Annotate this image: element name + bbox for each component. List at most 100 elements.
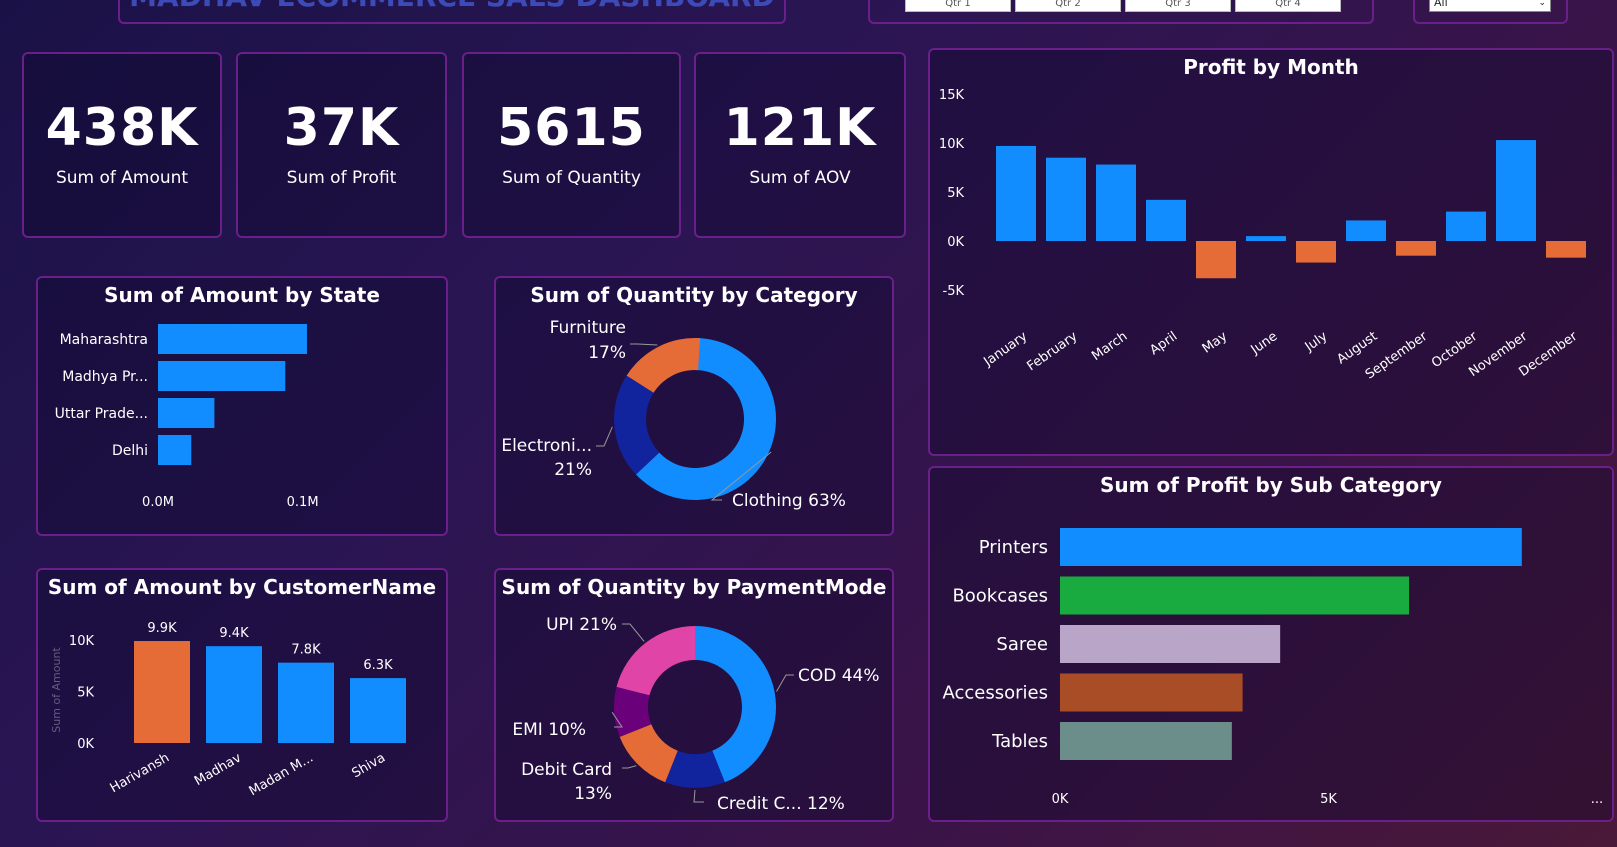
slice-label: COD 44% [798, 666, 880, 686]
chevron-down-icon: ⌄ [1538, 0, 1546, 8]
bar [1146, 199, 1186, 241]
kpi-card-amount: 438K Sum of Amount [22, 52, 222, 238]
chart-quantity-by-category: Clothing 63% Electroni... 21% Furniture 17% [501, 318, 846, 511]
slicer-qtr-1[interactable]: Qtr 1 [905, 0, 1011, 12]
tick-label: 5K [77, 686, 94, 701]
panel-quantity-by-category: Sum of Quantity by Category Clothing 63%… [494, 276, 894, 536]
category-label: Accessories [943, 683, 1049, 704]
slice-label: Electroni... [501, 436, 592, 456]
category-label: Printers [979, 537, 1048, 558]
data-label: 9.4K [219, 626, 249, 641]
slicer-qtr-1-label: Qtr 1 [945, 0, 971, 9]
tick-label: 0K [77, 737, 94, 752]
bar [1396, 241, 1436, 256]
bar [206, 646, 262, 743]
dashboard-title: MADHAV ECOMMERCE SALS DASHBOARD [120, 0, 784, 13]
bar [350, 678, 406, 743]
panel-profit-by-subcategory: Sum of Profit by Sub Category Printers Bo… [928, 466, 1614, 822]
slice-label-pct: 21% [554, 460, 592, 480]
chart-profit-by-month: -5K 0K 5K 10K 15K JanuaryFebruary March April Ma… [939, 88, 1586, 382]
category-label: Shiva [350, 750, 388, 781]
bar [158, 324, 307, 354]
bar [1060, 625, 1281, 663]
tick-label: 0K [1052, 792, 1069, 807]
bar [1060, 722, 1232, 760]
slice-label: Furniture [550, 318, 626, 338]
tick-label: ... [1591, 792, 1603, 807]
chart-profit-by-subcategory: Printers Bookcases Saree Accessories Tables 0… [943, 528, 1603, 807]
bar [1060, 673, 1243, 712]
kpi-card-aov: 121K Sum of AOV [694, 52, 906, 238]
filter-slicer: All ⌄ [1413, 0, 1568, 24]
quarter-slicer: Qtr 1 Qtr 2 Qtr 3 Qtr 4 [868, 0, 1374, 24]
leader-line [622, 765, 637, 769]
bar [1196, 241, 1236, 279]
bar [1446, 211, 1486, 241]
data-label: 7.8K [291, 643, 321, 658]
kpi-label: Sum of Amount [55, 168, 189, 188]
category-label: Saree [996, 634, 1048, 655]
tick-label: 0K [947, 235, 964, 250]
category-label: Delhi [112, 443, 148, 459]
kpi-card-quantity: 5615 Sum of Quantity [462, 52, 681, 238]
bar [1546, 241, 1586, 258]
data-label: 6.3K [363, 658, 393, 673]
kpi-label: Sum of AOV [749, 168, 851, 188]
category-label: Madan M... [247, 750, 316, 799]
bar [996, 145, 1036, 241]
bar [1046, 157, 1086, 241]
slicer-qtr-3[interactable]: Qtr 3 [1125, 0, 1231, 12]
leader-line [630, 343, 658, 346]
tick-label: 10K [939, 137, 965, 152]
category-label: June [1248, 329, 1281, 358]
chart-amount-by-customer: 0K 5K 10K Sum of Amount 9.9K Harivansh 9.4K Mad… [50, 621, 406, 799]
category-label: Maharashtra [60, 332, 148, 348]
kpi-card-profit: 37K Sum of Profit [236, 52, 447, 238]
kpi-label: Sum of Profit [286, 168, 397, 188]
slice-label-pct: 13% [574, 784, 612, 804]
slice-label-pct: 17% [588, 343, 626, 363]
tick-label: 5K [947, 186, 964, 201]
tick-label: 0.1M [287, 495, 319, 510]
category-label: Harivansh [108, 750, 172, 796]
filter-dropdown-value: All [1434, 0, 1448, 9]
panel-amount-by-customer: Sum of Amount by CustomerName 0K 5K 10K Sum… [36, 568, 448, 822]
slice-label: Debit Card [521, 760, 612, 780]
tick-label: -5K [943, 284, 965, 299]
tick-label: 10K [69, 634, 95, 649]
category-label: July [1302, 329, 1331, 355]
donut-slice [616, 626, 695, 696]
category-label: Tables [991, 731, 1048, 752]
slicer-qtr-4-label: Qtr 4 [1275, 0, 1301, 9]
slice-label: UPI 21% [546, 615, 617, 635]
bar [278, 662, 334, 743]
slicer-qtr-2-label: Qtr 2 [1055, 0, 1081, 9]
bar [1296, 241, 1336, 263]
panel-profit-by-month: Profit by Month -5K 0K 5K 10K 15K January Febr… [928, 48, 1614, 456]
bar [158, 398, 215, 428]
category-label: Bookcases [952, 586, 1048, 607]
slicer-qtr-2[interactable]: Qtr 2 [1015, 0, 1121, 12]
y-axis-label: Sum of Amount [50, 647, 63, 733]
filter-dropdown[interactable]: All ⌄ [1429, 0, 1551, 12]
panel-quantity-by-payment: Sum of Quantity by PaymentMode COD 44% Cr… [494, 568, 894, 822]
slicer-qtr-3-label: Qtr 3 [1165, 0, 1191, 9]
panel-amount-by-state: Sum of Amount by State Maharashtra Madhya… [36, 276, 448, 536]
chart-amount-by-state: Maharashtra Madhya Pr... Uttar Prade... Del… [55, 324, 319, 510]
leader-line [596, 426, 613, 447]
bar [1496, 140, 1536, 241]
bar [134, 641, 190, 743]
bar [1246, 236, 1286, 241]
chart-quantity-by-payment: COD 44% Credit C... 12% Debit Card 13% EMI 1… [512, 615, 880, 814]
kpi-value: 438K [45, 98, 199, 158]
kpi-value: 5615 [497, 98, 646, 158]
category-label: January [980, 329, 1030, 370]
bar [1346, 220, 1386, 241]
category-label: Madhya Pr... [62, 369, 148, 385]
slicer-qtr-4[interactable]: Qtr 4 [1235, 0, 1341, 12]
leader-line [693, 789, 704, 803]
bar [158, 435, 192, 465]
slice-label: Credit C... 12% [717, 794, 845, 814]
kpi-label: Sum of Quantity [502, 168, 641, 188]
slice-label: Clothing 63% [732, 491, 846, 511]
